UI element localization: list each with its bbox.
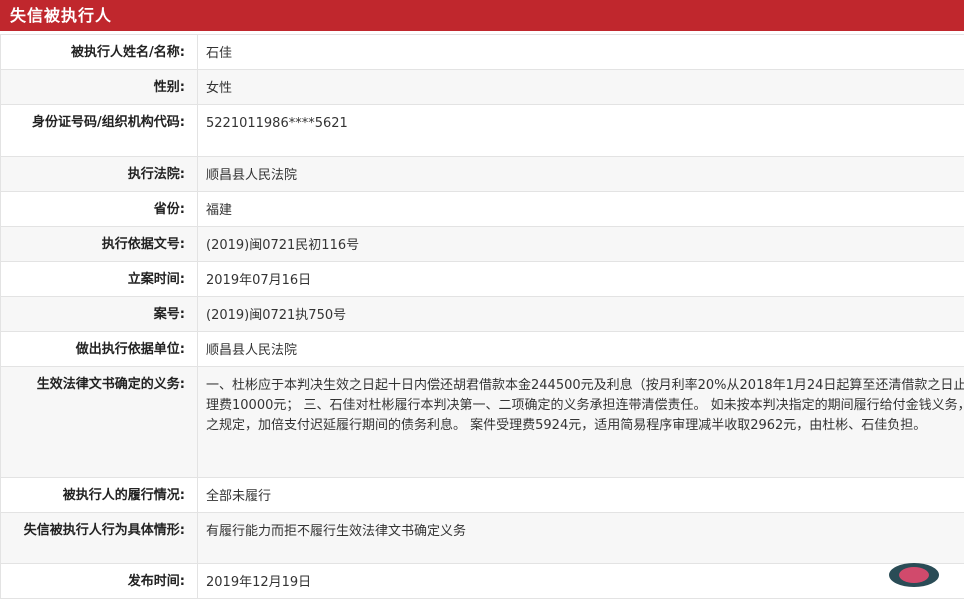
row-value: 2019年12月19日 (198, 564, 964, 599)
table-row: 案号: (2019)闽0721执750号 (1, 297, 964, 332)
row-value: 全部未履行 (198, 478, 964, 513)
row-value: 石佳 (198, 35, 964, 70)
row-value: 顺昌县人民法院 (198, 157, 964, 192)
table-row: 失信被执行人行为具体情形: 有履行能力而拒不履行生效法律文书确定义务 (1, 513, 964, 564)
table-row: 执行依据文号: (2019)闽0721民初116号 (1, 227, 964, 262)
floating-badge-inner-icon (899, 567, 929, 583)
obligation-text: 一、杜彬应于本判决生效之日起十日内偿还胡君借款本金244500元及利息（按月利率… (206, 376, 964, 436)
table-row: 被执行人的履行情况: 全部未履行 (1, 478, 964, 513)
row-value: (2019)闽0721民初116号 (198, 227, 964, 262)
row-label: 被执行人姓名/名称: (1, 35, 198, 70)
row-label: 做出执行依据单位: (1, 332, 198, 367)
table-row: 生效法律文书确定的义务: 一、杜彬应于本判决生效之日起十日内偿还胡君借款本金24… (1, 367, 964, 478)
table-row: 执行法院: 顺昌县人民法院 (1, 157, 964, 192)
row-value: 2019年07月16日 (198, 262, 964, 297)
row-label: 案号: (1, 297, 198, 332)
row-label: 被执行人的履行情况: (1, 478, 198, 513)
row-value: 女性 (198, 70, 964, 105)
row-value: 一、杜彬应于本判决生效之日起十日内偿还胡君借款本金244500元及利息（按月利率… (198, 367, 964, 478)
row-label: 省份: (1, 192, 198, 227)
table-row: 身份证号码/组织机构代码: 5221011986****5621 (1, 105, 964, 157)
row-label: 执行依据文号: (1, 227, 198, 262)
row-label: 失信被执行人行为具体情形: (1, 513, 198, 564)
table-row: 被执行人姓名/名称: 石佳 (1, 35, 964, 70)
detail-table-container: 被执行人姓名/名称: 石佳 性别: 女性 身份证号码/组织机构代码: 52210… (0, 34, 964, 599)
table-row: 做出执行依据单位: 顺昌县人民法院 (1, 332, 964, 367)
detail-table: 被执行人姓名/名称: 石佳 性别: 女性 身份证号码/组织机构代码: 52210… (0, 34, 964, 599)
table-row: 立案时间: 2019年07月16日 (1, 262, 964, 297)
row-label: 执行法院: (1, 157, 198, 192)
table-row: 省份: 福建 (1, 192, 964, 227)
row-value: 5221011986****5621 (198, 105, 964, 157)
row-label: 性别: (1, 70, 198, 105)
row-label: 立案时间: (1, 262, 198, 297)
row-label: 身份证号码/组织机构代码: (1, 105, 198, 157)
row-value: 顺昌县人民法院 (198, 332, 964, 367)
row-value: (2019)闽0721执750号 (198, 297, 964, 332)
section-title: 失信被执行人 (10, 0, 112, 31)
table-row: 发布时间: 2019年12月19日 (1, 564, 964, 599)
row-label: 发布时间: (1, 564, 198, 599)
row-value: 有履行能力而拒不履行生效法律文书确定义务 (198, 513, 964, 564)
table-row: 性别: 女性 (1, 70, 964, 105)
row-value: 福建 (198, 192, 964, 227)
row-label: 生效法律文书确定的义务: (1, 367, 198, 478)
section-header: 失信被执行人 (0, 0, 964, 31)
